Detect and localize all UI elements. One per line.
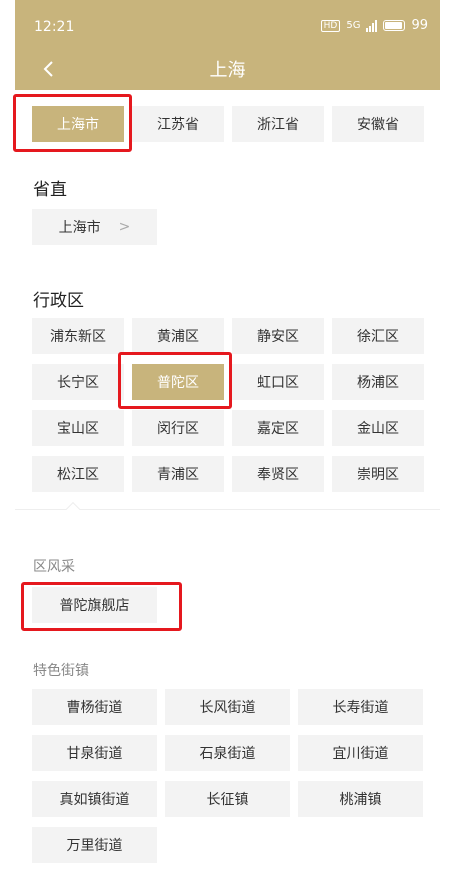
app-header: 12:21 HD 5G 99 上海 xyxy=(15,0,440,90)
region-tab-anhui[interactable]: 安徽省 xyxy=(332,106,424,142)
hd-icon: HD xyxy=(320,19,341,32)
section-title-streets: 特色街镇 xyxy=(33,663,89,679)
district-songjiang[interactable]: 松江区 xyxy=(32,456,124,492)
street-changshou[interactable]: 长寿街道 xyxy=(298,689,423,725)
district-baoshan[interactable]: 宝山区 xyxy=(32,410,124,446)
battery-level: 99 xyxy=(411,18,428,33)
district-fengxian[interactable]: 奉贤区 xyxy=(232,456,324,492)
district-jinshan[interactable]: 金山区 xyxy=(332,410,424,446)
district-qingpu[interactable]: 青浦区 xyxy=(132,456,224,492)
divider-notch xyxy=(65,501,81,517)
street-changfeng[interactable]: 长风街道 xyxy=(165,689,290,725)
status-icons: HD 5G 99 xyxy=(320,18,428,33)
street-shiquan[interactable]: 石泉街道 xyxy=(165,735,290,771)
nav-bar: 上海 xyxy=(15,48,440,90)
province-direct-item[interactable]: 上海市 > xyxy=(32,209,157,245)
district-pudong[interactable]: 浦东新区 xyxy=(32,318,124,354)
district-putuo[interactable]: 普陀区 xyxy=(132,364,224,400)
status-bar: 12:21 HD 5G 99 xyxy=(15,0,440,48)
section-title-district-style: 区风采 xyxy=(33,559,75,575)
district-jiading[interactable]: 嘉定区 xyxy=(232,410,324,446)
district-jingan[interactable]: 静安区 xyxy=(232,318,324,354)
section-title-province-direct: 省直 xyxy=(33,180,67,200)
district-xuhui[interactable]: 徐汇区 xyxy=(332,318,424,354)
street-caoyang[interactable]: 曹杨街道 xyxy=(32,689,157,725)
region-tab-jiangsu[interactable]: 江苏省 xyxy=(132,106,224,142)
district-changning[interactable]: 长宁区 xyxy=(32,364,124,400)
street-taopu[interactable]: 桃浦镇 xyxy=(298,781,423,817)
street-wanli[interactable]: 万里街道 xyxy=(32,827,157,863)
district-hongkou[interactable]: 虹口区 xyxy=(232,364,324,400)
district-minhang[interactable]: 闵行区 xyxy=(132,410,224,446)
battery-icon xyxy=(383,20,406,31)
street-zhenru[interactable]: 真如镇街道 xyxy=(32,781,157,817)
page-title: 上海 xyxy=(209,60,246,81)
province-direct-label: 上海市 xyxy=(58,220,101,236)
street-ganquan[interactable]: 甘泉街道 xyxy=(32,735,157,771)
district-huangpu[interactable]: 黄浦区 xyxy=(132,318,224,354)
section-title-districts: 行政区 xyxy=(33,291,84,311)
region-tab-zhejiang[interactable]: 浙江省 xyxy=(232,106,324,142)
district-chongming[interactable]: 崇明区 xyxy=(332,456,424,492)
network-label: 5G xyxy=(346,20,361,31)
signal-icon xyxy=(366,19,378,32)
chevron-right-icon: > xyxy=(118,219,131,235)
district-yangpu[interactable]: 杨浦区 xyxy=(332,364,424,400)
street-changzheng[interactable]: 长征镇 xyxy=(165,781,290,817)
status-time: 12:21 xyxy=(34,19,75,35)
street-yichuan[interactable]: 宜川街道 xyxy=(298,735,423,771)
region-tab-shanghai[interactable]: 上海市 xyxy=(32,106,124,142)
putuo-flagship-store[interactable]: 普陀旗舰店 xyxy=(32,587,157,623)
